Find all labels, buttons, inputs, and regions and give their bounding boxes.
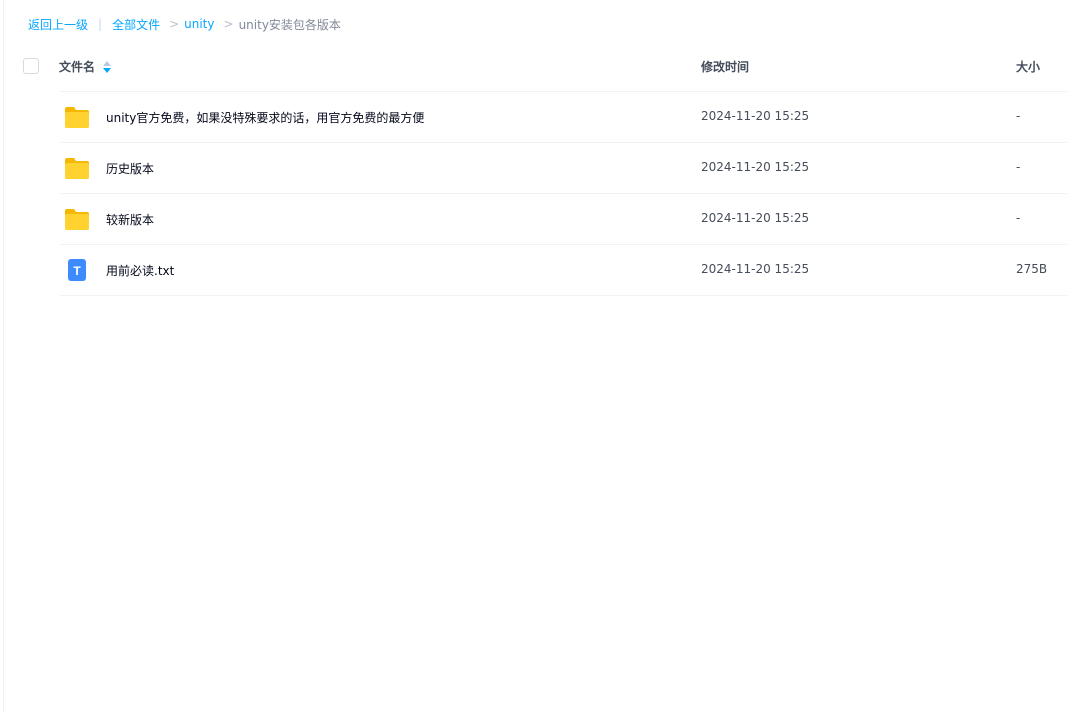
file-name[interactable]: 历史版本 [106,160,154,177]
file-size: - [1016,211,1021,225]
file-list: unity官方免费，如果没特殊要求的话，用官方免费的最方便 2024-11-20… [60,91,1067,296]
select-all-checkbox[interactable] [23,58,39,74]
back-link[interactable]: 返回上一级 [28,16,88,33]
table-row[interactable]: T 用前必读.txt 2024-11-20 15:25 275B [60,244,1067,296]
column-header-size[interactable]: 大小 [1016,58,1040,75]
folder-icon [64,207,90,231]
file-name[interactable]: unity官方免费，如果没特殊要求的话，用官方免费的最方便 [106,109,424,126]
txt-file-icon: T [64,258,90,282]
folder-icon [64,105,90,129]
breadcrumb-divider: | [98,17,103,31]
file-size: - [1016,109,1021,123]
breadcrumb-separator: > [223,17,234,31]
column-header-name-label: 文件名 [59,60,96,74]
file-size: - [1016,160,1021,174]
modified-time: 2024-11-20 15:25 [701,109,810,123]
breadcrumb-separator: > [169,17,180,31]
table-row[interactable]: 较新版本 2024-11-20 15:25 - [60,193,1067,244]
txt-icon-letter: T [73,264,81,278]
file-browser: 返回上一级 | 全部文件 > unity > unity安装包各版本 文件名 修… [3,0,1067,712]
table-row[interactable]: 历史版本 2024-11-20 15:25 - [60,142,1067,193]
table-row[interactable]: unity官方免费，如果没特殊要求的话，用官方免费的最方便 2024-11-20… [60,91,1067,142]
file-size: 275B [1016,262,1048,276]
breadcrumb-current: unity安装包各版本 [238,17,341,32]
folder-icon [64,156,90,180]
breadcrumb: 返回上一级 | 全部文件 > unity > unity安装包各版本 [28,15,341,33]
modified-time: 2024-11-20 15:25 [701,160,810,174]
table-header: 文件名 修改时间 大小 [4,46,1067,86]
column-header-name[interactable]: 文件名 [59,58,112,75]
sort-icon[interactable] [103,60,112,73]
file-name[interactable]: 较新版本 [106,211,154,228]
modified-time: 2024-11-20 15:25 [701,262,810,276]
modified-time: 2024-11-20 15:25 [701,211,810,225]
breadcrumb-unity[interactable]: unity [184,17,214,31]
breadcrumb-all-files[interactable]: 全部文件 [112,16,160,33]
column-header-time[interactable]: 修改时间 [701,58,749,75]
file-name[interactable]: 用前必读.txt [106,262,174,279]
